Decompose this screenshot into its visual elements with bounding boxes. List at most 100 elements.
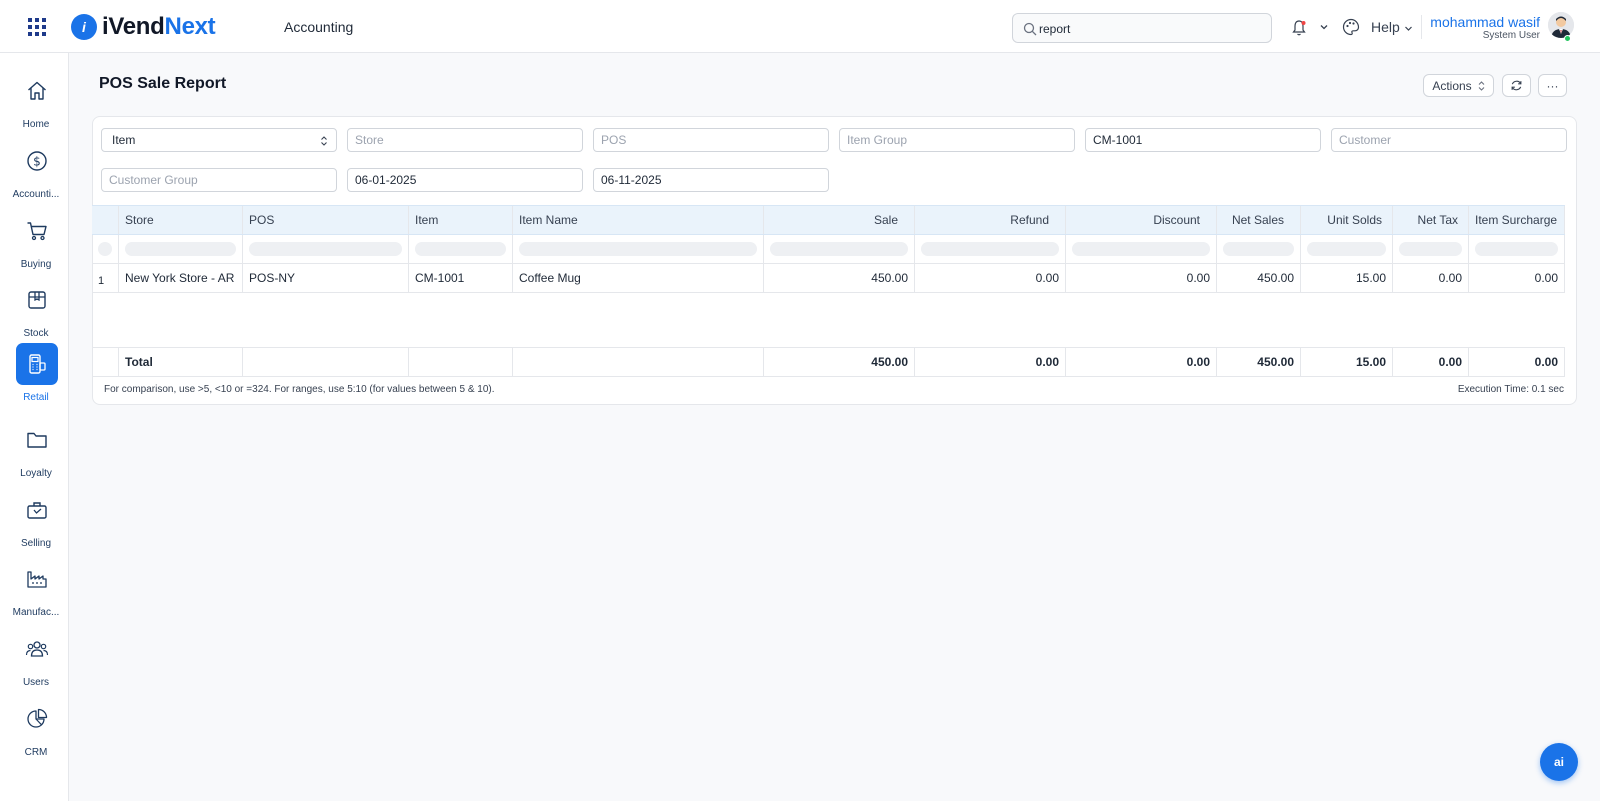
search-box[interactable] — [1012, 13, 1272, 43]
more-options-button[interactable]: ··· — [1538, 74, 1567, 97]
module-title[interactable]: Accounting — [284, 19, 353, 35]
cell-discount[interactable]: 0.00 — [1066, 264, 1217, 292]
notification-bell-icon[interactable] — [1291, 19, 1307, 37]
column-header-net-sales[interactable]: Net Sales — [1217, 206, 1301, 234]
actions-button[interactable]: Actions — [1423, 74, 1494, 97]
users-icon — [25, 641, 49, 657]
item-filter[interactable]: CM-1001 — [1085, 128, 1321, 152]
factory-icon — [27, 571, 47, 588]
column-header-net-tax[interactable]: Net Tax — [1393, 206, 1469, 234]
search-icon — [1023, 22, 1037, 36]
logo-text: iVendNext — [102, 13, 216, 41]
total-unit-solds: 15.00 — [1301, 348, 1393, 376]
sidebar-item-stock[interactable]: Stock — [0, 279, 69, 345]
customer-filter[interactable]: Customer — [1331, 128, 1567, 152]
user-name[interactable]: mohammad wasif — [1430, 14, 1540, 30]
nav-icon-container — [16, 70, 58, 112]
cell-pos[interactable]: POS-NY — [243, 264, 409, 292]
avatar[interactable] — [1548, 12, 1574, 38]
actions-button-label: Actions — [1432, 78, 1472, 93]
sidebar-item-loyalty[interactable]: Loyalty — [0, 419, 69, 485]
pos-filter[interactable]: POS — [593, 128, 829, 152]
sidebar-item-accounting[interactable]: $ Accounti... — [0, 140, 69, 206]
filter-placeholder — [249, 242, 402, 256]
filter-cell[interactable] — [243, 235, 409, 263]
filter-placeholder — [1475, 242, 1558, 256]
column-header-item-name[interactable]: Item Name — [513, 206, 764, 234]
filter-placeholder — [1307, 242, 1386, 256]
execution-time: Execution Time: 0.1 sec — [1457, 384, 1564, 395]
sidebar-item-crm[interactable]: CRM — [0, 698, 69, 764]
column-header-store[interactable]: Store — [119, 206, 243, 234]
cell-net-tax[interactable]: 0.00 — [1393, 264, 1469, 292]
from-date-filter[interactable]: 06-01-2025 — [347, 168, 583, 192]
sidebar-item-label: CRM — [24, 747, 48, 758]
cell-item[interactable]: CM-1001 — [409, 264, 513, 292]
filter-cell[interactable] — [409, 235, 513, 263]
filter-cell[interactable] — [1301, 235, 1393, 263]
cell-unit-solds[interactable]: 15.00 — [1301, 264, 1393, 292]
column-header-item[interactable]: Item — [409, 206, 513, 234]
row-index: 1 — [92, 264, 119, 292]
filter-cell[interactable] — [1469, 235, 1565, 263]
select-arrows-icon — [321, 136, 327, 146]
filter-placeholder — [770, 242, 908, 256]
column-header-refund[interactable]: Refund — [915, 206, 1066, 234]
cell-store[interactable]: New York Store - AR — [119, 264, 243, 292]
search-input[interactable] — [1039, 19, 1264, 38]
total-label: Total — [119, 348, 243, 376]
palette-icon[interactable] — [1342, 18, 1360, 36]
sidebar-item-selling[interactable]: Selling — [0, 489, 69, 555]
box-icon — [28, 291, 46, 309]
table-row[interactable]: 1 New York Store - AR POS-NY CM-1001 Cof… — [92, 264, 1565, 293]
filter-cell[interactable] — [119, 235, 243, 263]
chevron-down-icon[interactable] — [1319, 22, 1329, 32]
sidebar-item-buying[interactable]: Buying — [0, 210, 69, 276]
filter-cell[interactable] — [1217, 235, 1301, 263]
pos-filter-placeholder: POS — [601, 133, 627, 147]
sidebar-item-home[interactable]: Home — [0, 70, 69, 136]
refresh-button[interactable] — [1502, 74, 1531, 97]
to-date-filter[interactable]: 06-11-2025 — [593, 168, 829, 192]
help-chevron-down-icon[interactable] — [1404, 24, 1413, 33]
app-logo[interactable]: i iVendNext — [71, 13, 216, 41]
customer-group-filter[interactable]: Customer Group — [101, 168, 337, 192]
apps-grid-icon[interactable] — [27, 17, 47, 37]
column-header-unit-solds[interactable]: Unit Solds — [1301, 206, 1393, 234]
group-by-select[interactable]: Item — [101, 128, 337, 152]
cell-item-surcharge[interactable]: 0.00 — [1469, 264, 1565, 292]
home-icon — [28, 81, 46, 100]
help-menu[interactable]: Help — [1371, 19, 1400, 35]
column-header-pos[interactable]: POS — [243, 206, 409, 234]
store-filter[interactable]: Store — [347, 128, 583, 152]
cell-net-sales[interactable]: 450.00 — [1217, 264, 1301, 292]
pos-terminal-icon — [29, 354, 46, 374]
sidebar-item-retail[interactable]: Retail — [0, 343, 69, 409]
cell-refund[interactable]: 0.00 — [915, 264, 1066, 292]
item-group-filter[interactable]: Item Group — [839, 128, 1075, 152]
logo-mark-icon: i — [71, 14, 97, 40]
total-cell-pos — [243, 348, 409, 376]
column-header-discount[interactable]: Discount — [1066, 206, 1217, 234]
filter-cell[interactable] — [513, 235, 764, 263]
sidebar: Home $ Accounti... Buying Stock Retail L… — [0, 53, 69, 801]
filter-cell[interactable] — [915, 235, 1066, 263]
filter-cell[interactable] — [1066, 235, 1217, 263]
filter-cell[interactable] — [1393, 235, 1469, 263]
filter-placeholder — [921, 242, 1059, 256]
sidebar-item-label: Buying — [20, 259, 52, 270]
column-header-sale[interactable]: Sale — [764, 206, 915, 234]
pie-chart-icon — [27, 708, 48, 728]
row-index-header — [92, 206, 119, 234]
column-header-item-surcharge[interactable]: Item Surcharge — [1469, 206, 1565, 234]
nav-icon-container — [16, 343, 58, 385]
ai-assistant-button[interactable]: ai — [1540, 743, 1578, 781]
filter-cell[interactable] — [764, 235, 915, 263]
cell-sale[interactable]: 450.00 — [764, 264, 915, 292]
group-by-value: Item — [112, 133, 136, 147]
item-filter-value: CM-1001 — [1093, 133, 1143, 147]
cell-item-name[interactable]: Coffee Mug — [513, 264, 764, 292]
sidebar-item-users[interactable]: Users — [0, 628, 69, 694]
sidebar-item-manufacturing[interactable]: Manufac... — [0, 558, 69, 624]
dollar-icon: $ — [27, 151, 47, 171]
